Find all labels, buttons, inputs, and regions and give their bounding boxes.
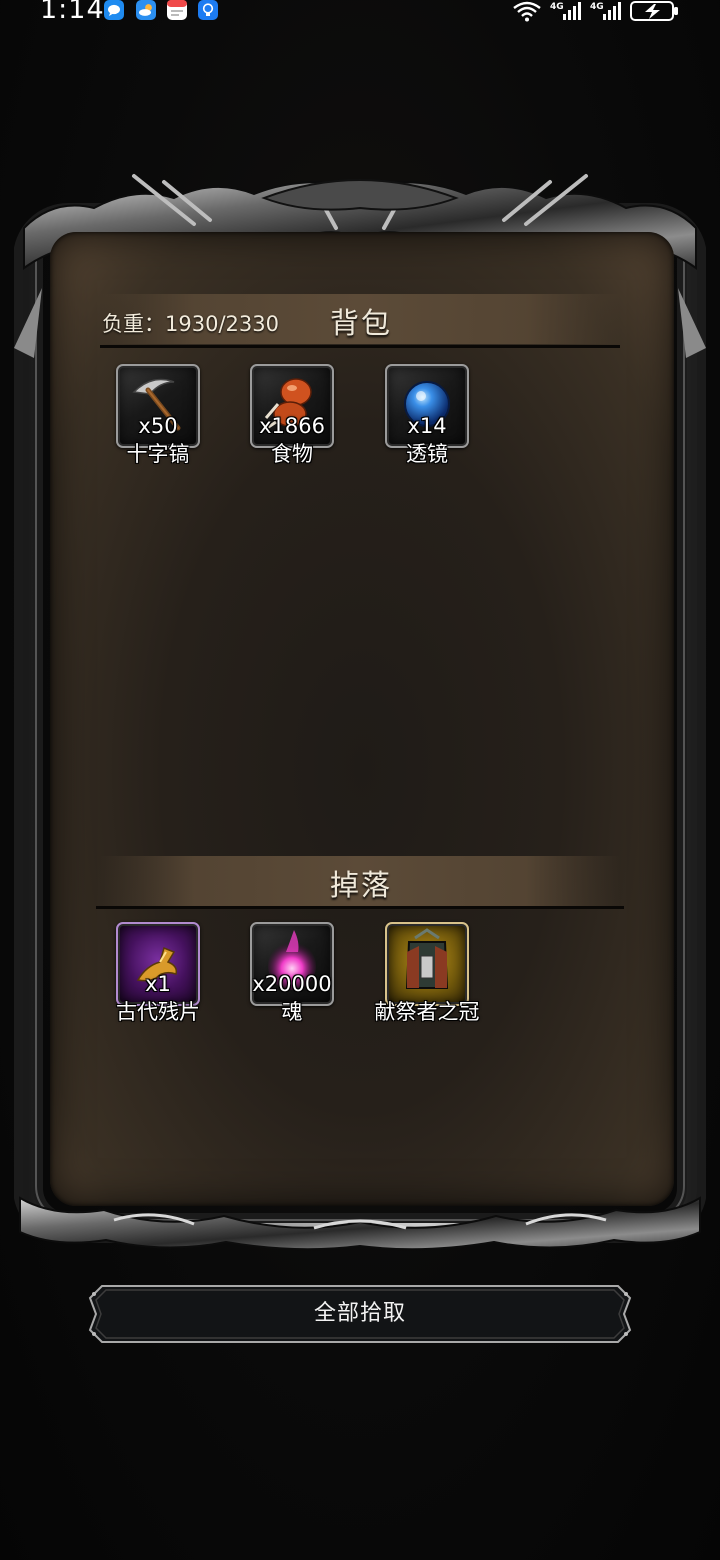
drop-slot-sacrificer-crown[interactable]: 献祭者之冠 (375, 922, 480, 1024)
battery-charging-icon (630, 0, 680, 22)
signal-4g-icon: 4G (590, 0, 622, 22)
inventory-slot-pickaxe[interactable]: x50 十字镐 (116, 364, 200, 466)
loot-panel: 负重：1930/2330 背包 x50 十字镐 x1866 食物 x14 透镜 … (14, 168, 706, 1254)
sacrificer-crown-icon (405, 928, 449, 989)
game-screen: 1:14 4G 4G 负重：1930/2330 背包 x50 十字镐 x1866… (0, 0, 720, 1560)
network-label: 4G (550, 2, 564, 12)
item-count: x50 (138, 414, 178, 438)
calendar-icon (167, 0, 187, 20)
status-bar: 1:14 4G 4G (0, 0, 720, 28)
status-time: 1:14 (40, 0, 105, 25)
drop-slot-soul[interactable]: x20000 魂 (250, 922, 334, 1024)
inventory-title: 背包 (330, 306, 393, 340)
item-count: x1866 (259, 414, 325, 438)
inventory-slot-food[interactable]: x1866 食物 (250, 364, 334, 466)
item-count: x1 (145, 972, 171, 996)
wifi-icon (512, 0, 542, 22)
inventory-slot-lens[interactable]: x14 透镜 (385, 364, 469, 466)
drops-header-divider (96, 906, 624, 909)
drops-title: 掉落 (330, 868, 393, 902)
weight-capacity: 负重：1930/2330 (102, 312, 279, 336)
item-name: 透镜 (406, 442, 448, 466)
system-icons: 4G 4G (512, 0, 680, 22)
item-name: 献祭者之冠 (374, 1000, 480, 1024)
pickup-all-button[interactable]: 全部拾取 (88, 1284, 632, 1344)
pickup-all-label: 全部拾取 (313, 1301, 406, 1326)
signal-4g-icon: 4G (550, 0, 582, 22)
item-count: x14 (407, 414, 447, 438)
drop-slot-ancient-fragment[interactable]: x1 古代残片 (116, 922, 200, 1024)
inventory-header-divider (100, 345, 620, 348)
messages-icon (104, 0, 124, 20)
network-label: 4G (590, 2, 604, 12)
weather-icon (136, 0, 156, 20)
tips-icon (198, 0, 218, 20)
item-count: x20000 (252, 972, 332, 996)
